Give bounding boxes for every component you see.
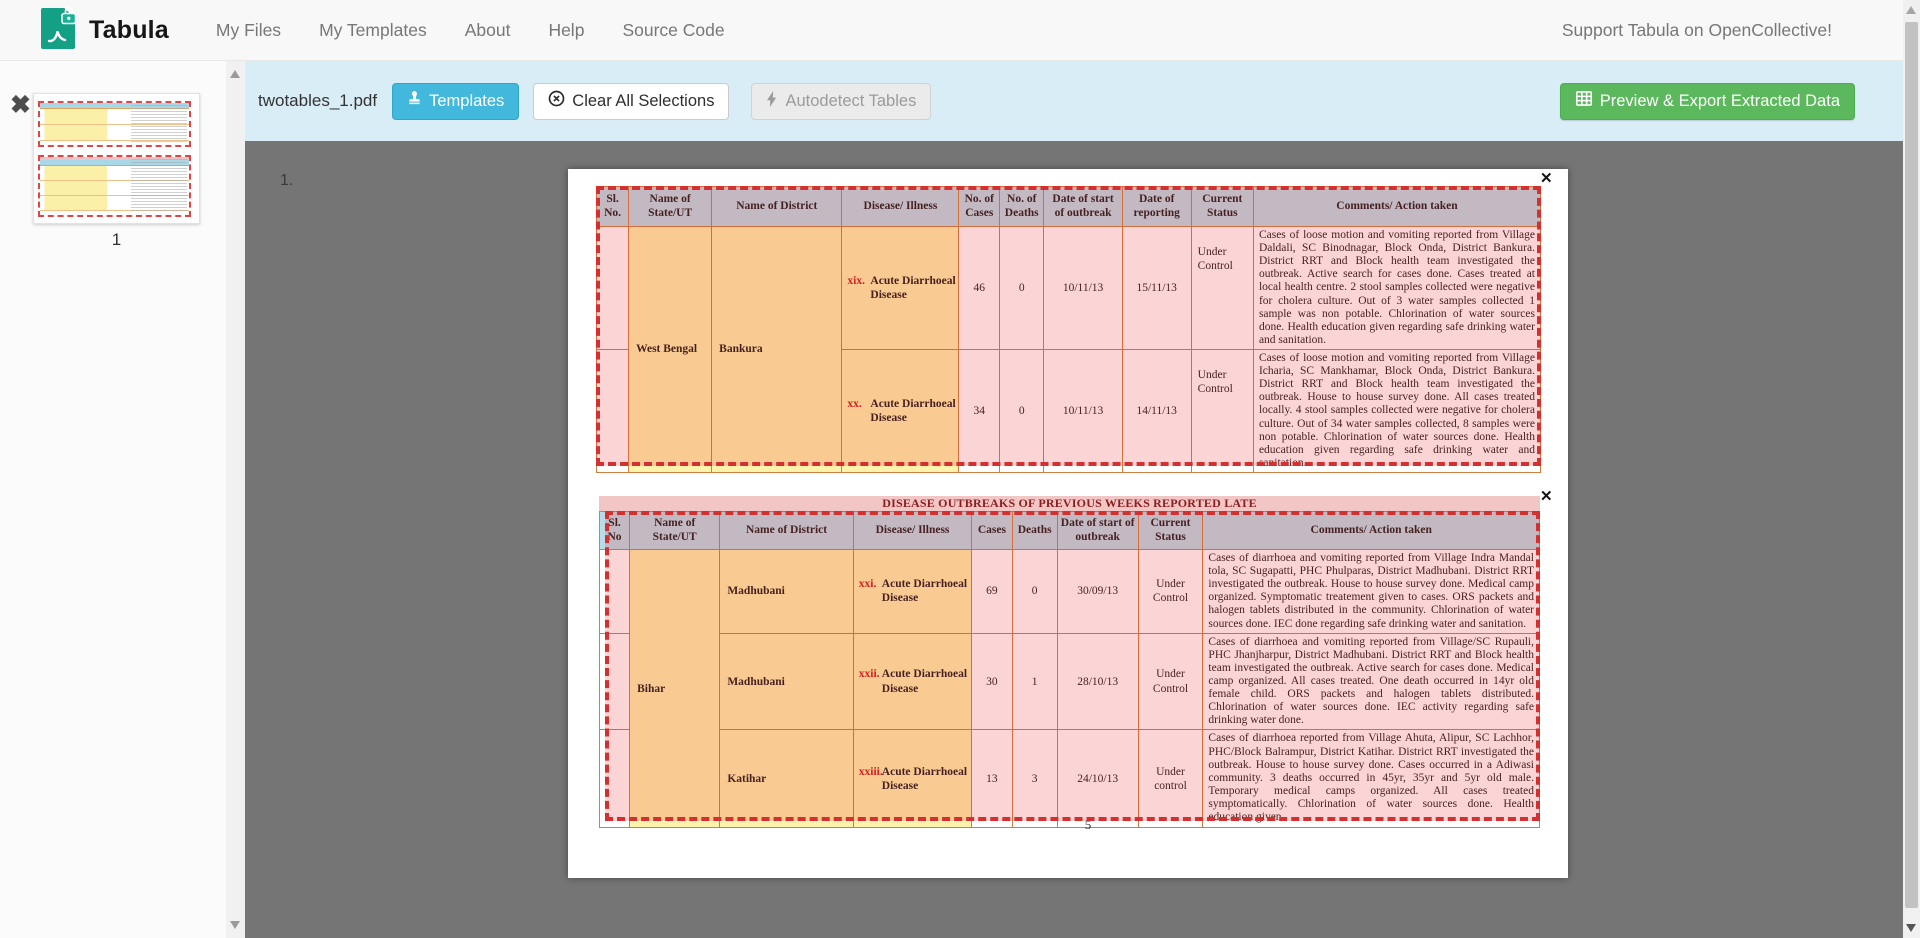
document-filename: twotables_1.pdf bbox=[258, 91, 377, 111]
scroll-up-icon[interactable] bbox=[230, 70, 240, 78]
table-selection-1[interactable] bbox=[596, 186, 1541, 466]
table-2-title: DISEASE OUTBREAKS OF PREVIOUS WEEKS REPO… bbox=[599, 496, 1540, 511]
table-grid-icon bbox=[1575, 90, 1593, 112]
lightning-bolt-icon bbox=[766, 91, 778, 112]
clear-all-selections-button[interactable]: Clear All Selections bbox=[533, 83, 729, 120]
stamp-icon bbox=[407, 91, 422, 111]
tabula-pdf-lock-icon bbox=[38, 5, 80, 56]
circle-x-icon bbox=[548, 90, 565, 112]
thumbnail-selection-2 bbox=[38, 155, 191, 217]
nav-links: My Files My Templates About Help Source … bbox=[197, 20, 744, 41]
scrollbar-thumb[interactable] bbox=[1905, 22, 1918, 908]
nav-my-templates[interactable]: My Templates bbox=[300, 20, 446, 41]
table-selection-2[interactable] bbox=[605, 511, 1540, 821]
workspace: 1. Sl. No. Name of State/UT Name of Dist… bbox=[245, 141, 1903, 938]
toolbar: twotables_1.pdf Templates Clear All Sele… bbox=[245, 61, 1903, 141]
thumbnail-page-number: 1 bbox=[33, 230, 200, 250]
scroll-down-icon[interactable] bbox=[230, 921, 240, 929]
page-thumbnail-sidebar: ✖ 1 bbox=[0, 61, 245, 938]
nav-help[interactable]: Help bbox=[529, 20, 603, 41]
support-link[interactable]: Support Tabula on OpenCollective! bbox=[1562, 20, 1832, 41]
page-thumbnail[interactable] bbox=[33, 93, 200, 224]
autodetect-tables-button[interactable]: Autodetect Tables bbox=[751, 83, 931, 120]
sidebar-scrollbar[interactable] bbox=[226, 61, 245, 938]
pdf-table-2: DISEASE OUTBREAKS OF PREVIOUS WEEKS REPO… bbox=[599, 496, 1540, 828]
brand-link[interactable]: Tabula bbox=[38, 5, 169, 56]
scroll-up-icon[interactable] bbox=[1906, 6, 1916, 14]
thumbnail-selection-1 bbox=[38, 101, 191, 147]
pdf-page-canvas[interactable]: Sl. No. Name of State/UT Name of Distric… bbox=[568, 169, 1568, 878]
navbar: Tabula My Files My Templates About Help … bbox=[0, 0, 1920, 61]
app-title: Tabula bbox=[89, 16, 169, 45]
nav-about[interactable]: About bbox=[446, 20, 530, 41]
preview-export-button[interactable]: Preview & Export Extracted Data bbox=[1560, 83, 1855, 120]
page-marker: 1. bbox=[280, 172, 293, 190]
nav-source-code[interactable]: Source Code bbox=[603, 20, 743, 41]
scroll-down-icon[interactable] bbox=[1906, 924, 1916, 932]
selection-1-close-button[interactable]: ✕ bbox=[1540, 169, 1553, 187]
window-scrollbar[interactable] bbox=[1903, 0, 1920, 938]
remove-page-button[interactable]: ✖ bbox=[10, 93, 31, 118]
pdf-table-1: Sl. No. Name of State/UT Name of Distric… bbox=[596, 186, 1541, 473]
selection-2-close-button[interactable]: ✕ bbox=[1540, 487, 1553, 505]
templates-button[interactable]: Templates bbox=[392, 83, 519, 120]
nav-my-files[interactable]: My Files bbox=[197, 20, 300, 41]
